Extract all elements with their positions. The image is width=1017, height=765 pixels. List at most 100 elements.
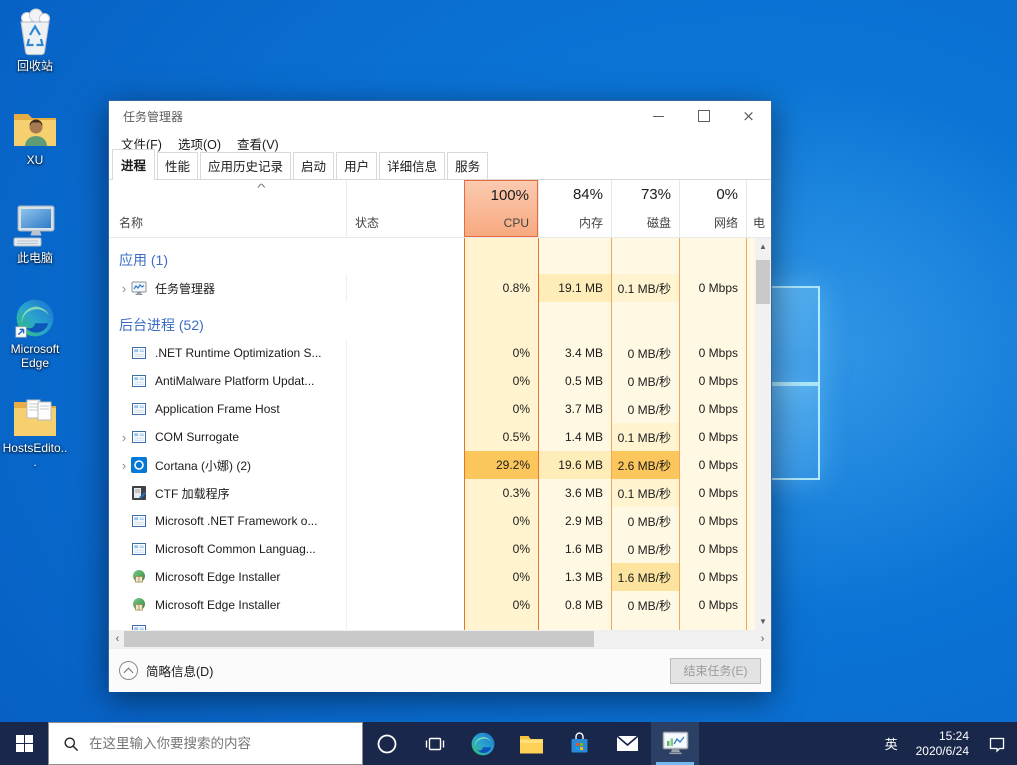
action-center-button[interactable] xyxy=(977,735,1017,753)
taskbar-button-store[interactable] xyxy=(555,722,603,765)
empty-name-cell xyxy=(109,302,464,311)
cpu-cell: 0.8% xyxy=(464,274,538,302)
process-row[interactable]: Microsoft Edge Installer0%1.3 MB1.6 MB/秒… xyxy=(109,563,771,591)
scroll-down-icon[interactable]: ▼ xyxy=(755,613,771,630)
vertical-scrollbar[interactable]: ▲ ▼ xyxy=(755,238,771,630)
search-input[interactable] xyxy=(89,736,362,751)
network-cell: 0 Mbps xyxy=(679,451,746,479)
column-usage-percent: 0% xyxy=(716,186,738,203)
desktop-icon-this-pc[interactable]: 此电脑 xyxy=(1,198,69,265)
tab-详细信息[interactable]: 详细信息 xyxy=(379,152,445,180)
cpu-cell: 0.3% xyxy=(464,479,538,507)
process-name-cell: CTF 加载程序 xyxy=(109,479,346,507)
group-row[interactable]: 应用 (1) xyxy=(109,246,771,274)
process-row[interactable]: ›COM Surrogate0.5%1.4 MB0.1 MB/秒0 Mbps xyxy=(109,423,771,451)
network-cell: 0 Mbps xyxy=(679,274,746,302)
disk-cell: 0 MB/秒 xyxy=(611,367,679,395)
column-header-cpu[interactable]: 100%CPU xyxy=(464,180,538,237)
memory-cell: 1.3 MB xyxy=(538,563,611,591)
memory-cell: 3.6 MB xyxy=(538,479,611,507)
recycle-bin-icon xyxy=(1,6,69,56)
process-status-cell xyxy=(346,423,464,451)
desktop-icon-recycle-bin[interactable]: 回收站 xyxy=(1,6,69,73)
network-cell: 0 Mbps xyxy=(679,423,746,451)
taskbar-clock[interactable]: 15:24 2020/6/24 xyxy=(908,729,977,759)
desktop-icon-user-folder[interactable]: XU xyxy=(1,100,69,167)
taskbar-button-edge[interactable] xyxy=(459,722,507,765)
tab-启动[interactable]: 启动 xyxy=(293,152,334,180)
edge-icon xyxy=(1,289,69,339)
desktop-icon-label: HostsEdito... xyxy=(1,441,69,469)
column-header-disk[interactable]: 73%磁盘 xyxy=(611,180,679,237)
column-label: 内存 xyxy=(579,214,603,231)
desktop-icon-edge[interactable]: Microsoft Edge xyxy=(1,289,69,370)
edge-icon xyxy=(470,731,496,757)
process-row[interactable]: .NET Runtime Optimization S...0%3.4 MB0 … xyxy=(109,339,771,367)
winapp-icon xyxy=(131,345,147,361)
network-cell: 0 Mbps xyxy=(679,367,746,395)
task-manager-icon xyxy=(662,731,689,756)
process-list: 应用 (1)›任务管理器0.8%19.1 MB0.1 MB/秒0 Mbps 后台进… xyxy=(109,238,771,630)
start-button[interactable] xyxy=(0,722,48,765)
group-row[interactable]: 后台进程 (52) xyxy=(109,311,771,339)
process-row[interactable]: ›任务管理器0.8%19.1 MB0.1 MB/秒0 Mbps xyxy=(109,274,771,302)
disk-cell: 0.1 MB/秒 xyxy=(611,479,679,507)
process-row[interactable]: Microsoft Edge Installer0%0.8 MB0 MB/秒0 … xyxy=(109,591,771,619)
vertical-scroll-thumb[interactable] xyxy=(756,260,770,304)
column-header-memory[interactable]: 84% 内存 xyxy=(538,180,611,237)
taskbar-button-task-manager[interactable] xyxy=(651,722,699,765)
tab-性能[interactable]: 性能 xyxy=(157,152,198,180)
tab-进程[interactable]: 进程 xyxy=(112,149,155,180)
taskbar-button-mail[interactable] xyxy=(603,722,651,765)
tab-服务[interactable]: 服务 xyxy=(447,152,488,180)
cpu-cell: 0% xyxy=(464,535,538,563)
process-status-cell xyxy=(346,451,464,479)
taskbar-button-cortana[interactable] xyxy=(363,722,411,765)
filler-row xyxy=(109,302,771,311)
fewer-details-toggle[interactable]: 简略信息(D) xyxy=(119,661,213,680)
disk-cell: 0 MB/秒 xyxy=(611,535,679,563)
taskbar-button-task-view[interactable] xyxy=(411,722,459,765)
taskbar-search[interactable] xyxy=(48,722,363,765)
maximize-button[interactable] xyxy=(681,102,726,131)
expand-chevron-icon[interactable]: › xyxy=(117,430,131,445)
process-name: CTF 加载程序 xyxy=(155,485,230,502)
process-row[interactable]: Microsoft Common Languag...0%1.6 MB0 MB/… xyxy=(109,535,771,563)
expand-chevron-icon[interactable]: › xyxy=(117,458,131,473)
window-title: 任务管理器 xyxy=(123,108,636,125)
process-name: Microsoft Edge Installer xyxy=(155,570,280,584)
process-row[interactable]: Application Frame Host0%3.7 MB0 MB/秒0 Mb… xyxy=(109,395,771,423)
memory-cell: 2.9 MB xyxy=(538,507,611,535)
cpu-cell: 0% xyxy=(464,507,538,535)
column-header-name[interactable]: ^ 名称 xyxy=(109,180,346,237)
process-row[interactable]: ›Cortana (小娜) (2)29.2%19.6 MB2.6 MB/秒0 M… xyxy=(109,451,771,479)
scroll-right-icon[interactable]: › xyxy=(754,630,771,648)
column-header-status[interactable]: 状态 xyxy=(346,180,464,237)
network-cell: 0 Mbps xyxy=(679,479,746,507)
process-name-cell: Microsoft Edge Installer xyxy=(109,591,346,619)
process-name-cell xyxy=(109,619,346,630)
desktop-icon-folder-docs[interactable]: HostsEdito... xyxy=(1,388,69,469)
process-row[interactable]: AntiMalware Platform Updat...0%0.5 MB0 M… xyxy=(109,367,771,395)
end-task-button[interactable]: 结束任务(E) xyxy=(670,658,761,684)
column-usage-percent: 84% xyxy=(573,186,603,203)
process-name: Microsoft .NET Framework o... xyxy=(155,514,317,528)
expand-chevron-icon[interactable]: › xyxy=(117,281,131,296)
language-indicator[interactable]: 英 xyxy=(875,734,908,753)
process-name-cell: Microsoft Common Languag... xyxy=(109,535,346,563)
process-row[interactable]: CTF 加载程序 0.3%3.6 MB0.1 MB/秒0 Mbps xyxy=(109,479,771,507)
horizontal-scroll-thumb[interactable] xyxy=(124,631,594,647)
taskbar-button-file-explorer[interactable] xyxy=(507,722,555,765)
scroll-up-icon[interactable]: ▲ xyxy=(755,238,771,255)
minimize-button[interactable] xyxy=(636,102,681,131)
memory-cell: 19.1 MB xyxy=(538,274,611,302)
process-row[interactable]: Microsoft .NET Framework o...0%2.9 MB0 M… xyxy=(109,507,771,535)
cpu-cell: 29.2% xyxy=(464,451,538,479)
network-cell: 0 Mbps xyxy=(679,591,746,619)
close-button[interactable]: × xyxy=(726,102,771,131)
column-header-network[interactable]: 0%网络 xyxy=(679,180,746,237)
tab-应用历史记录[interactable]: 应用历史记录 xyxy=(200,152,291,180)
column-header-power[interactable]: 电 xyxy=(746,180,771,237)
tab-用户[interactable]: 用户 xyxy=(336,152,377,180)
horizontal-scrollbar[interactable]: ‹ › xyxy=(109,630,771,648)
